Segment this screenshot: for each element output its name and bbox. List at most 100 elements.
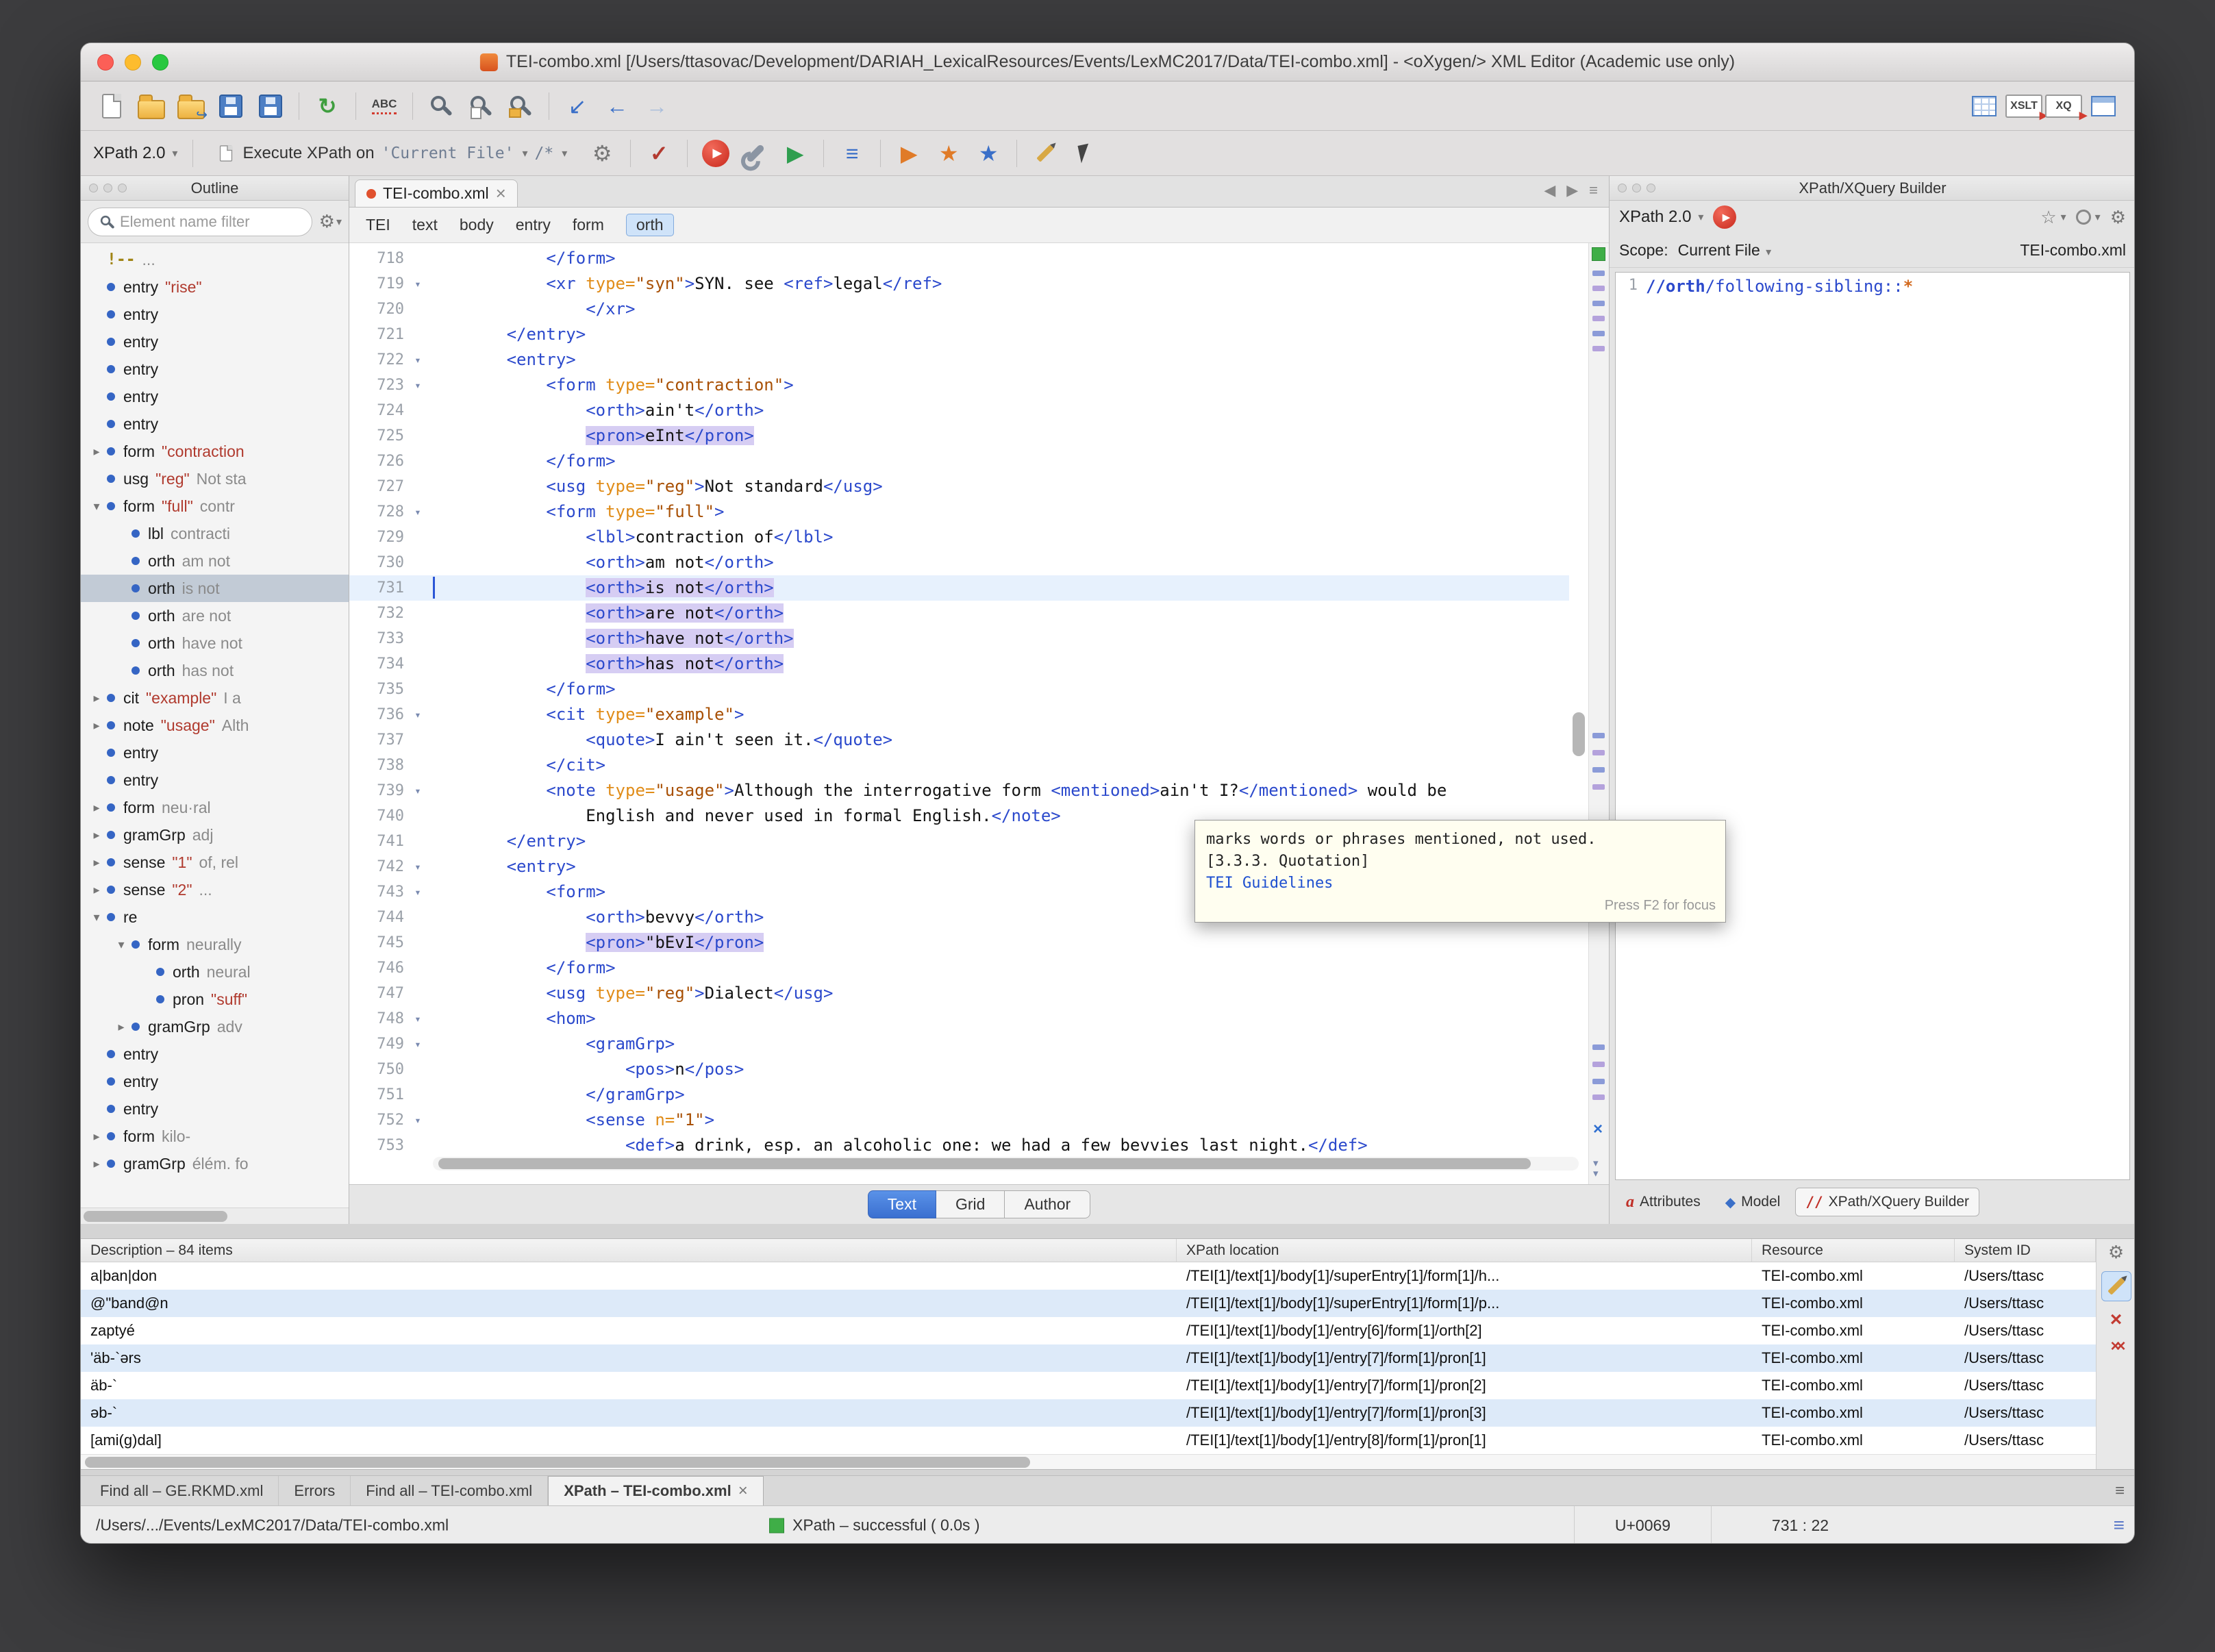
results-hscrollbar[interactable] xyxy=(81,1454,2096,1469)
code-line[interactable]: 750 <pos>n</pos> xyxy=(349,1057,1569,1082)
zoom-window-button[interactable] xyxy=(152,54,168,71)
outline-item[interactable]: orthis not xyxy=(81,575,349,602)
fold-toggle-icon[interactable]: ▾ xyxy=(408,1006,427,1031)
result-row[interactable]: [ami(g)dal]/TEI[1]/text[1]/body[1]/entry… xyxy=(81,1427,2096,1454)
result-row[interactable]: zaptyé/TEI[1]/text[1]/body[1]/entry[6]/f… xyxy=(81,1317,2096,1344)
builder-settings-button[interactable]: ⚙ xyxy=(2110,207,2126,228)
code-line[interactable]: 728▾ <form type="full"> xyxy=(349,499,1569,525)
breadcrumb-item-orth[interactable]: orth xyxy=(626,214,674,236)
code-line[interactable]: 734 <orth>has not</orth> xyxy=(349,651,1569,677)
code-line[interactable]: 719▾ <xr type="syn">SYN. see <ref>legal<… xyxy=(349,271,1569,297)
code-line[interactable]: 736▾ <cit type="example"> xyxy=(349,702,1569,727)
bottom-tab[interactable]: Errors xyxy=(279,1476,351,1505)
run-settings-button[interactable]: ▶ xyxy=(777,135,814,172)
outline-item[interactable]: ▸sense"2"... xyxy=(81,876,349,903)
outline-item[interactable]: ▸sense"1"of, rel xyxy=(81,849,349,876)
outline-item[interactable]: ortham not xyxy=(81,547,349,575)
tab-list-button[interactable]: ≡ xyxy=(1589,182,1598,199)
apply-xquery-button[interactable]: XQ xyxy=(2045,88,2082,125)
status-notes-icon[interactable]: ≡ xyxy=(2114,1514,2125,1536)
expand-arrow-icon[interactable]: ▸ xyxy=(86,883,107,897)
breadcrumb-item-TEI[interactable]: TEI xyxy=(366,216,390,234)
expand-arrow-icon[interactable]: ▸ xyxy=(86,855,107,870)
save-all-button[interactable] xyxy=(252,88,289,125)
history-button[interactable]: ▾ xyxy=(2076,210,2101,225)
breadcrumb-item-body[interactable]: body xyxy=(460,216,494,234)
code-line[interactable]: 751 </gramGrp> xyxy=(349,1082,1569,1107)
scrollbar-thumb[interactable] xyxy=(438,1158,1531,1169)
outline-item[interactable]: usg"reg"Not sta xyxy=(81,465,349,492)
code-line[interactable]: 733 <orth>have not</orth> xyxy=(349,626,1569,651)
ruler-nav-icons[interactable]: ▾▾ xyxy=(1593,1158,1599,1179)
execute-xpath-button[interactable]: ▶ xyxy=(1713,205,1736,229)
breadcrumb-item-entry[interactable]: entry xyxy=(516,216,551,234)
expand-arrow-icon[interactable]: ▸ xyxy=(111,1020,132,1034)
edit-xpath-button[interactable] xyxy=(2101,1271,2131,1301)
outline-item[interactable]: !--... xyxy=(81,246,349,273)
expand-arrow-icon[interactable]: ▸ xyxy=(86,718,107,733)
overview-ruler[interactable]: × ▾▾ xyxy=(1588,243,1609,1184)
demote-button[interactable]: ★ xyxy=(970,135,1007,172)
outline-item[interactable]: entry xyxy=(81,1040,349,1068)
code-line[interactable]: 748▾ <hom> xyxy=(349,1006,1569,1031)
go-to-last-edit-button[interactable]: ↙ xyxy=(559,88,596,125)
outline-item[interactable]: ▾re xyxy=(81,903,349,931)
clear-highlights-icon[interactable]: × xyxy=(1593,1120,1603,1139)
editor-vscrollbar[interactable] xyxy=(1570,243,1588,1143)
select-mode-button[interactable] xyxy=(1066,135,1103,172)
fold-toggle-icon[interactable]: ▾ xyxy=(408,702,427,727)
close-tab-icon[interactable]: × xyxy=(496,183,506,204)
show-frames-button[interactable] xyxy=(2085,88,2122,125)
element-name-filter-input[interactable]: Element name filter xyxy=(88,208,312,236)
xpath-version-dropdown[interactable]: XPath 2.0 ▾ xyxy=(93,144,177,163)
outline-item[interactable]: orthare not xyxy=(81,602,349,629)
fold-toggle-icon[interactable]: ▾ xyxy=(408,347,427,373)
open-url-button[interactable] xyxy=(173,88,210,125)
outline-item[interactable]: ▾form"full"contr xyxy=(81,492,349,520)
outline-item[interactable]: ▸gramGrpadj xyxy=(81,821,349,849)
save-button[interactable] xyxy=(212,88,249,125)
outline-item[interactable]: ▸gramGrpélém. fo xyxy=(81,1150,349,1177)
xpath-editor[interactable]: 1 //orth/following-sibling::* xyxy=(1615,272,2130,1180)
outline-item[interactable]: orthhas not xyxy=(81,657,349,684)
fold-toggle-icon[interactable]: ▾ xyxy=(408,1031,427,1057)
fold-toggle-icon[interactable]: ▾ xyxy=(408,1107,427,1133)
code-line[interactable]: 721 </entry> xyxy=(349,322,1569,347)
next-tab-button[interactable]: ▶ xyxy=(1566,182,1578,199)
expand-arrow-icon[interactable]: ▸ xyxy=(86,828,107,842)
minimize-window-button[interactable] xyxy=(125,54,141,71)
outline-item[interactable]: ▸gramGrpadv xyxy=(81,1013,349,1040)
code-line[interactable]: 747 <usg type="reg">Dialect</usg> xyxy=(349,981,1569,1006)
fold-toggle-icon[interactable]: ▾ xyxy=(408,499,427,525)
tei-guidelines-link[interactable]: TEI Guidelines xyxy=(1206,873,1714,894)
code-line[interactable]: 752▾ <sense n="1"> xyxy=(349,1107,1569,1133)
result-row[interactable]: äb-`/TEI[1]/text[1]/body[1]/entry[7]/for… xyxy=(81,1372,2096,1399)
code-line[interactable]: 746 </form> xyxy=(349,955,1569,981)
code-line[interactable]: 745 <pron>"bEvI</pron> xyxy=(349,930,1569,955)
outline-item[interactable]: entry"rise" xyxy=(81,273,349,301)
outline-item[interactable]: entry xyxy=(81,766,349,794)
bottom-tab[interactable]: Find all – GE.RKMD.xml xyxy=(85,1476,279,1505)
panel-menu-icon[interactable]: ≡ xyxy=(2115,1476,2135,1505)
fold-toggle-icon[interactable]: ▾ xyxy=(408,373,427,398)
code-line[interactable]: 718 </form> xyxy=(349,246,1569,271)
new-document-button[interactable] xyxy=(93,88,130,125)
execute-xpath-combo[interactable]: Execute XPath on 'Current File' ▾ /* ▾ xyxy=(208,137,575,170)
results-settings-icon[interactable]: ⚙ xyxy=(2108,1242,2124,1263)
breadcrumb-item-text[interactable]: text xyxy=(412,216,438,234)
editor-hscrollbar[interactable] xyxy=(433,1157,1579,1171)
code-line[interactable]: 737 <quote>I ain't seen it.</quote> xyxy=(349,727,1569,753)
find-replace-button[interactable] xyxy=(423,88,460,125)
wrench-button[interactable] xyxy=(737,135,774,172)
code-line[interactable]: 725 <pron>eInt</pron> xyxy=(349,423,1569,449)
result-row[interactable]: əb-`/TEI[1]/text[1]/body[1]/entry[7]/for… xyxy=(81,1399,2096,1427)
expand-arrow-icon[interactable]: ▸ xyxy=(86,1157,107,1171)
breadcrumb-item-form[interactable]: form xyxy=(573,216,604,234)
collapse-arrow-icon[interactable]: ▾ xyxy=(86,499,107,514)
outline-item[interactable]: entry xyxy=(81,355,349,383)
promote-button[interactable]: ★ xyxy=(930,135,967,172)
outline-item[interactable]: ▸cit"example"I a xyxy=(81,684,349,712)
fold-toggle-icon[interactable]: ▾ xyxy=(408,778,427,803)
code-line[interactable]: 731 <orth>is not</orth> xyxy=(349,575,1569,601)
open-folder-button[interactable] xyxy=(133,88,170,125)
